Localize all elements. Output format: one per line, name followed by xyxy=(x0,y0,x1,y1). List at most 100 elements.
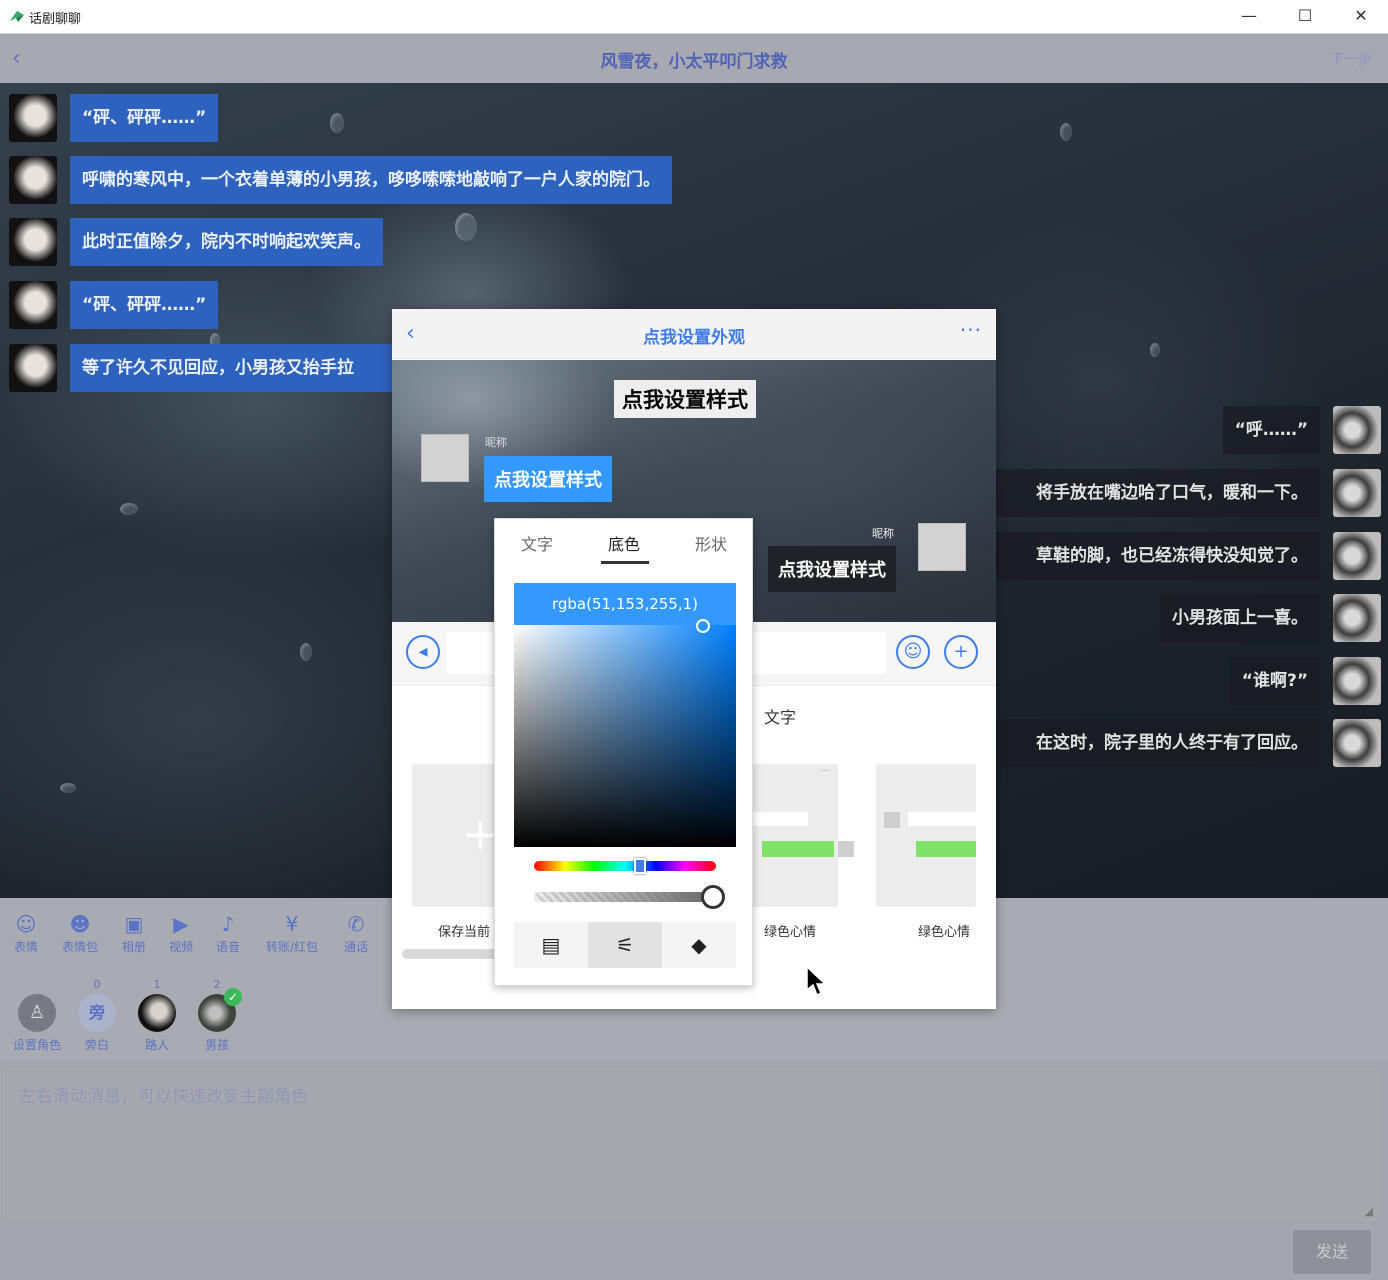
emoji-pack-icon: ☻ xyxy=(69,912,91,936)
message-bubble-left[interactable]: “砰、砰砰……” xyxy=(70,94,219,142)
voice-button[interactable]: ♪ 语音 xyxy=(198,912,258,955)
message-bubble-right[interactable]: “呼……” xyxy=(1222,406,1320,454)
app-logo-icon xyxy=(10,11,24,22)
plus-icon[interactable]: + xyxy=(944,635,978,669)
raindrop xyxy=(1060,123,1072,141)
raindrop xyxy=(60,783,76,793)
preview-avatar xyxy=(884,812,900,828)
preview-avatar xyxy=(838,841,854,857)
emoji-icon[interactable]: ☺ xyxy=(896,635,930,669)
yen-icon: ¥ xyxy=(285,912,299,936)
voice-toggle-icon[interactable]: ◂ xyxy=(406,635,440,669)
tab-shape[interactable]: 形状 xyxy=(681,531,741,555)
check-icon: ✓ xyxy=(224,988,242,1006)
avatar xyxy=(138,994,176,1032)
raindrop xyxy=(120,503,138,515)
tab-background[interactable]: 底色 xyxy=(594,531,654,555)
avatar: ✓ xyxy=(198,988,242,1032)
saturation-value-area[interactable] xyxy=(514,625,736,847)
message-bubble-left[interactable]: “砰、砰砰……” xyxy=(70,281,219,329)
style-card[interactable] xyxy=(876,764,976,907)
preview-line xyxy=(908,812,976,826)
dialog-title[interactable]: 点我设置外观 xyxy=(392,323,996,348)
sliders-icon[interactable]: ⚟ xyxy=(588,922,662,968)
paint-bucket-icon[interactable]: ◆ xyxy=(662,922,736,968)
message-bubble-left[interactable]: 呼啸的寒风中，一个衣着单薄的小男孩，哆哆嗦嗦地敲响了一户人家的院门。 xyxy=(70,156,672,204)
resize-handle-icon[interactable]: ◢ xyxy=(1365,1205,1373,1218)
message-bubble-left[interactable]: 此时正值除夕，院内不时响起欢笑声。 xyxy=(70,218,383,266)
preview-bubble-green xyxy=(916,841,976,857)
style-label-top[interactable]: 点我设置样式 xyxy=(614,380,756,418)
tool-label: 表情 xyxy=(13,940,38,954)
nickname-right: 昵称 xyxy=(872,527,894,540)
avatar[interactable] xyxy=(1333,719,1381,767)
page-title: 风雪夜，小太平叩门求救 xyxy=(600,52,788,72)
avatar[interactable] xyxy=(9,94,57,142)
role-count: 2 xyxy=(213,978,221,991)
mouse-pointer-icon xyxy=(806,966,827,997)
message-bubble-right[interactable]: 将手放在嘴边哈了口气，暖和一下。 xyxy=(996,469,1320,517)
hue-slider[interactable] xyxy=(534,861,716,871)
avatar[interactable] xyxy=(9,281,57,329)
tool-label: 转账/红包 xyxy=(265,940,319,954)
style-label-right[interactable]: 点我设置样式 xyxy=(768,546,896,592)
call-button[interactable]: ✆ 通话 xyxy=(326,912,386,955)
hue-slider-handle[interactable] xyxy=(633,858,646,874)
window-titlebar: 话剧聊聊 — ☐ ✕ xyxy=(0,0,1388,34)
card-label: 绿色心情 xyxy=(918,925,971,940)
emoji-button[interactable]: ☺ 表情 xyxy=(0,912,56,955)
message-bubble-right[interactable]: 草鞋的脚，也已经冻得快没知觉了。 xyxy=(996,532,1320,580)
avatar[interactable] xyxy=(1333,406,1381,454)
tool-label: 表情包 xyxy=(61,940,98,954)
phone-icon: ✆ xyxy=(347,912,365,936)
active-tab-indicator xyxy=(601,561,649,564)
color-cursor[interactable] xyxy=(696,619,710,633)
alpha-slider[interactable] xyxy=(534,892,716,902)
picker-mode-bar: ▤ ⚟ ◆ xyxy=(514,922,736,968)
avatar[interactable] xyxy=(1333,469,1381,517)
close-button[interactable]: ✕ xyxy=(1349,6,1373,26)
avatar[interactable] xyxy=(1333,532,1381,580)
app-title: 话剧聊聊 xyxy=(29,12,82,27)
send-button[interactable]: 发送 xyxy=(1293,1230,1371,1274)
card-label: 绿色心情 xyxy=(764,925,817,940)
avatar[interactable] xyxy=(9,156,57,204)
message-bubble-right[interactable]: 在这时，院子里的人终于有了回应。 xyxy=(996,719,1320,767)
alpha-slider-handle[interactable] xyxy=(701,885,725,909)
chat-navbar: ‹ 风雪夜，小太平叩门求救 下一步 xyxy=(0,35,1388,83)
more-icon: ··· xyxy=(820,766,830,777)
avatar-placeholder[interactable] xyxy=(918,523,966,571)
style-label-left[interactable]: 点我设置样式 xyxy=(484,456,612,502)
message-input[interactable]: 左右滑动消息，可以快速改变主副角色 ◢ xyxy=(6,1067,1382,1223)
more-icon[interactable]: ··· xyxy=(960,318,982,342)
maximize-button[interactable]: ☐ xyxy=(1293,6,1317,26)
color-picker: 文字 底色 形状 rgba(51,153,255,1) ▤ ⚟ ◆ xyxy=(494,518,753,986)
style-card[interactable]: ··· xyxy=(738,764,854,907)
transfer-button[interactable]: ¥ 转账/红包 xyxy=(260,912,324,955)
message-bubble-left[interactable]: 等了许久不见回应，小男孩又抬手拉 xyxy=(70,344,392,392)
tool-label: 通话 xyxy=(343,940,368,954)
dialog-header: ‹ 点我设置外观 ··· xyxy=(392,309,996,359)
tab-text[interactable]: 文字 xyxy=(507,531,567,555)
style-category-text[interactable]: 文字 xyxy=(764,704,796,728)
raindrop xyxy=(330,113,344,133)
message-bubble-right[interactable]: “谁啊?” xyxy=(1229,657,1320,705)
raindrop xyxy=(1150,343,1160,357)
next-step-button[interactable]: 下一步 xyxy=(1330,49,1372,69)
avatar-placeholder[interactable] xyxy=(421,434,469,482)
raindrop xyxy=(455,213,477,241)
avatar[interactable] xyxy=(1333,657,1381,705)
horizontal-scrollbar[interactable] xyxy=(402,949,502,959)
palette-swatch-icon[interactable]: ▤ xyxy=(514,922,588,968)
preview-line xyxy=(748,812,808,826)
emoji-pack-button[interactable]: ☻ 表情包 xyxy=(50,912,110,955)
tool-label: 语音 xyxy=(215,940,240,954)
avatar[interactable] xyxy=(9,344,57,392)
avatar[interactable] xyxy=(1333,594,1381,642)
role-boy[interactable]: 2 ✓ 男孩 xyxy=(182,978,252,1053)
avatar[interactable] xyxy=(9,218,57,266)
emoji-icon: ☺ xyxy=(15,912,37,936)
message-bubble-right[interactable]: 小男孩面上一喜。 xyxy=(1160,594,1320,642)
minimize-button[interactable]: — xyxy=(1237,6,1261,26)
input-placeholder: 左右滑动消息，可以快速改变主副角色 xyxy=(19,1087,308,1107)
